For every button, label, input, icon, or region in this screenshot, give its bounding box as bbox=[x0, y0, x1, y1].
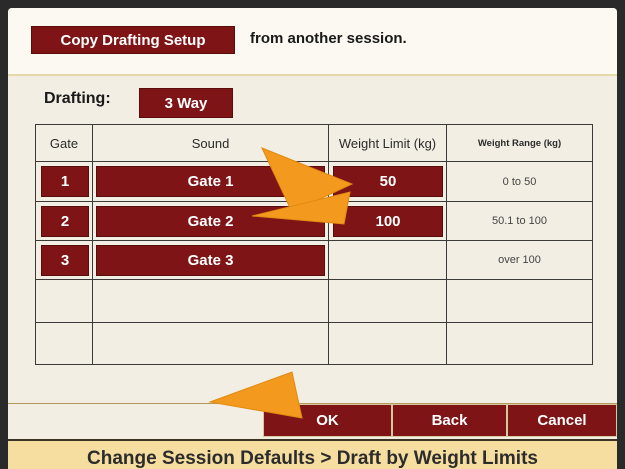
pointer-arrow-icon bbox=[208, 371, 303, 419]
pointer-arrows bbox=[208, 147, 354, 419]
